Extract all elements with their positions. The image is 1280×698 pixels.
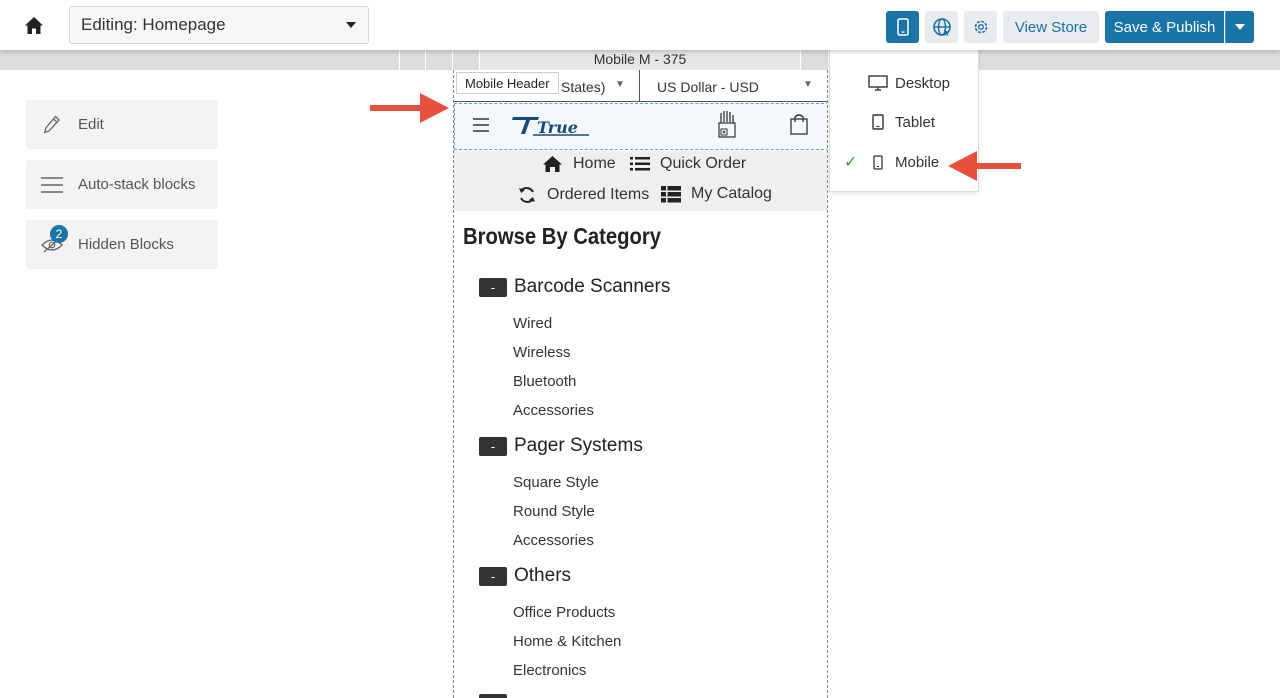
- edit-label: Edit: [78, 116, 104, 133]
- category-link[interactable]: Round Style: [513, 503, 595, 520]
- collapse-toggle[interactable]: -: [479, 436, 507, 456]
- category-header[interactable]: - Pager Systems: [479, 435, 643, 457]
- category-link[interactable]: Home & Kitchen: [513, 633, 621, 650]
- nav-home[interactable]: Home: [542, 155, 616, 173]
- hidden-blocks-button[interactable]: 2 Hidden Blocks: [26, 220, 218, 269]
- triangle-down-icon: ▼: [615, 79, 625, 90]
- mobile-icon: [896, 18, 909, 36]
- collapse-toggle[interactable]: -: [479, 277, 507, 297]
- language-button[interactable]: [925, 11, 958, 43]
- category-header[interactable]: - Barcode Scanners: [479, 276, 670, 298]
- view-store-button[interactable]: View Store: [1003, 11, 1099, 43]
- nav-my-catalog-label: My Catalog: [691, 185, 772, 202]
- nav-ordered-items-label: Ordered Items: [547, 186, 650, 203]
- locale-row: States) ▼ US Dollar - USD ▼ Mobile Heade…: [454, 70, 827, 102]
- category-link[interactable]: Office Products: [513, 604, 615, 621]
- breakpoint-ruler: Mobile M - 375: [0, 50, 1280, 70]
- quick-add-hand-icon[interactable]: [715, 109, 739, 139]
- category-link[interactable]: Wireless: [513, 344, 571, 361]
- mobile-header-block[interactable]: True: [454, 103, 827, 150]
- hamburger-icon[interactable]: [473, 118, 491, 132]
- refresh-icon: [519, 187, 535, 203]
- gear-icon: [974, 20, 987, 34]
- device-option-tablet[interactable]: Tablet: [830, 107, 980, 137]
- brand-logo[interactable]: True: [509, 112, 595, 138]
- currency-select[interactable]: US Dollar - USD: [657, 79, 759, 95]
- hidden-blocks-label: Hidden Blocks: [78, 236, 174, 253]
- home-icon: [543, 156, 562, 172]
- category-link[interactable]: Square Style: [513, 474, 599, 491]
- mobile-icon: [873, 154, 883, 170]
- check-icon: ✓: [844, 154, 858, 171]
- annotation-arrow: [370, 93, 449, 123]
- save-publish-button[interactable]: Save & Publish: [1105, 11, 1224, 43]
- auto-stack-button[interactable]: Auto-stack blocks: [26, 160, 218, 209]
- shopping-bag-icon[interactable]: [789, 113, 809, 135]
- page-select-value: Editing: Homepage: [81, 15, 226, 34]
- edit-button[interactable]: Edit: [26, 100, 218, 149]
- nav-home-label: Home: [573, 155, 616, 172]
- nav-ordered-items[interactable]: Ordered Items: [517, 185, 649, 205]
- category-name[interactable]: Pager Systems: [514, 435, 643, 457]
- pencil-icon: [43, 115, 60, 134]
- page-select[interactable]: Editing: Homepage: [69, 6, 369, 44]
- tablet-label: Tablet: [895, 113, 936, 131]
- tablet-icon: [872, 114, 884, 130]
- category-link[interactable]: Accessories: [513, 532, 594, 549]
- menu-lines-icon: [41, 176, 63, 193]
- collapse-toggle[interactable]: [479, 694, 507, 698]
- settings-button[interactable]: [964, 11, 997, 43]
- language-select-value: States): [561, 79, 606, 95]
- ruler-tick: [399, 50, 400, 70]
- triangle-down-icon: ▼: [803, 79, 813, 90]
- auto-stack-label: Auto-stack blocks: [78, 176, 196, 193]
- home-icon: [25, 16, 43, 34]
- hidden-count-badge: 2: [50, 224, 68, 243]
- category-link[interactable]: Accessories: [513, 402, 594, 419]
- device-toggle-button[interactable]: [886, 11, 919, 43]
- nav-quick-order[interactable]: Quick Order: [630, 155, 746, 173]
- desktop-icon: [868, 75, 888, 91]
- nav-my-catalog[interactable]: My Catalog: [661, 185, 772, 203]
- mobile-preview-frame: States) ▼ US Dollar - USD ▼ Mobile Heade…: [453, 70, 828, 698]
- chevron-down-icon: [1235, 24, 1245, 30]
- list-icon: [630, 157, 650, 171]
- category-name[interactable]: Barcode Scanners: [514, 276, 670, 298]
- breakpoint-label: Mobile M - 375: [480, 50, 800, 70]
- top-toolbar: Editing: Homepage View Store Save & Publ…: [0, 0, 1280, 50]
- logo-text: True: [537, 118, 578, 137]
- catalog-list-icon: [661, 185, 681, 202]
- ruler-tick: [800, 50, 801, 70]
- ruler-tick: [425, 50, 426, 70]
- category-link[interactable]: Electronics: [513, 662, 586, 679]
- browse-title: Browse By Category: [463, 223, 661, 249]
- ruler-tick: [452, 50, 453, 70]
- category-link[interactable]: Bluetooth: [513, 373, 576, 390]
- globe-icon: [932, 18, 951, 36]
- collapse-toggle[interactable]: -: [479, 566, 507, 586]
- device-option-desktop[interactable]: Desktop: [830, 68, 980, 98]
- mobile-label: Mobile: [895, 153, 940, 171]
- mobile-header-tag[interactable]: Mobile Header: [456, 72, 559, 94]
- annotation-arrow: [948, 151, 1021, 181]
- nav-quick-order-label: Quick Order: [660, 155, 747, 172]
- desktop-label: Desktop: [895, 74, 951, 92]
- category-header[interactable]: - Others: [479, 565, 571, 587]
- category-link[interactable]: Wired: [513, 315, 552, 332]
- category-name[interactable]: Others: [514, 565, 571, 587]
- home-button[interactable]: [20, 11, 48, 39]
- chevron-down-icon: [346, 22, 356, 28]
- publish-options-button[interactable]: [1225, 11, 1254, 43]
- mobile-nav: Home Quick Order Ordered Items My Catalo…: [454, 151, 827, 211]
